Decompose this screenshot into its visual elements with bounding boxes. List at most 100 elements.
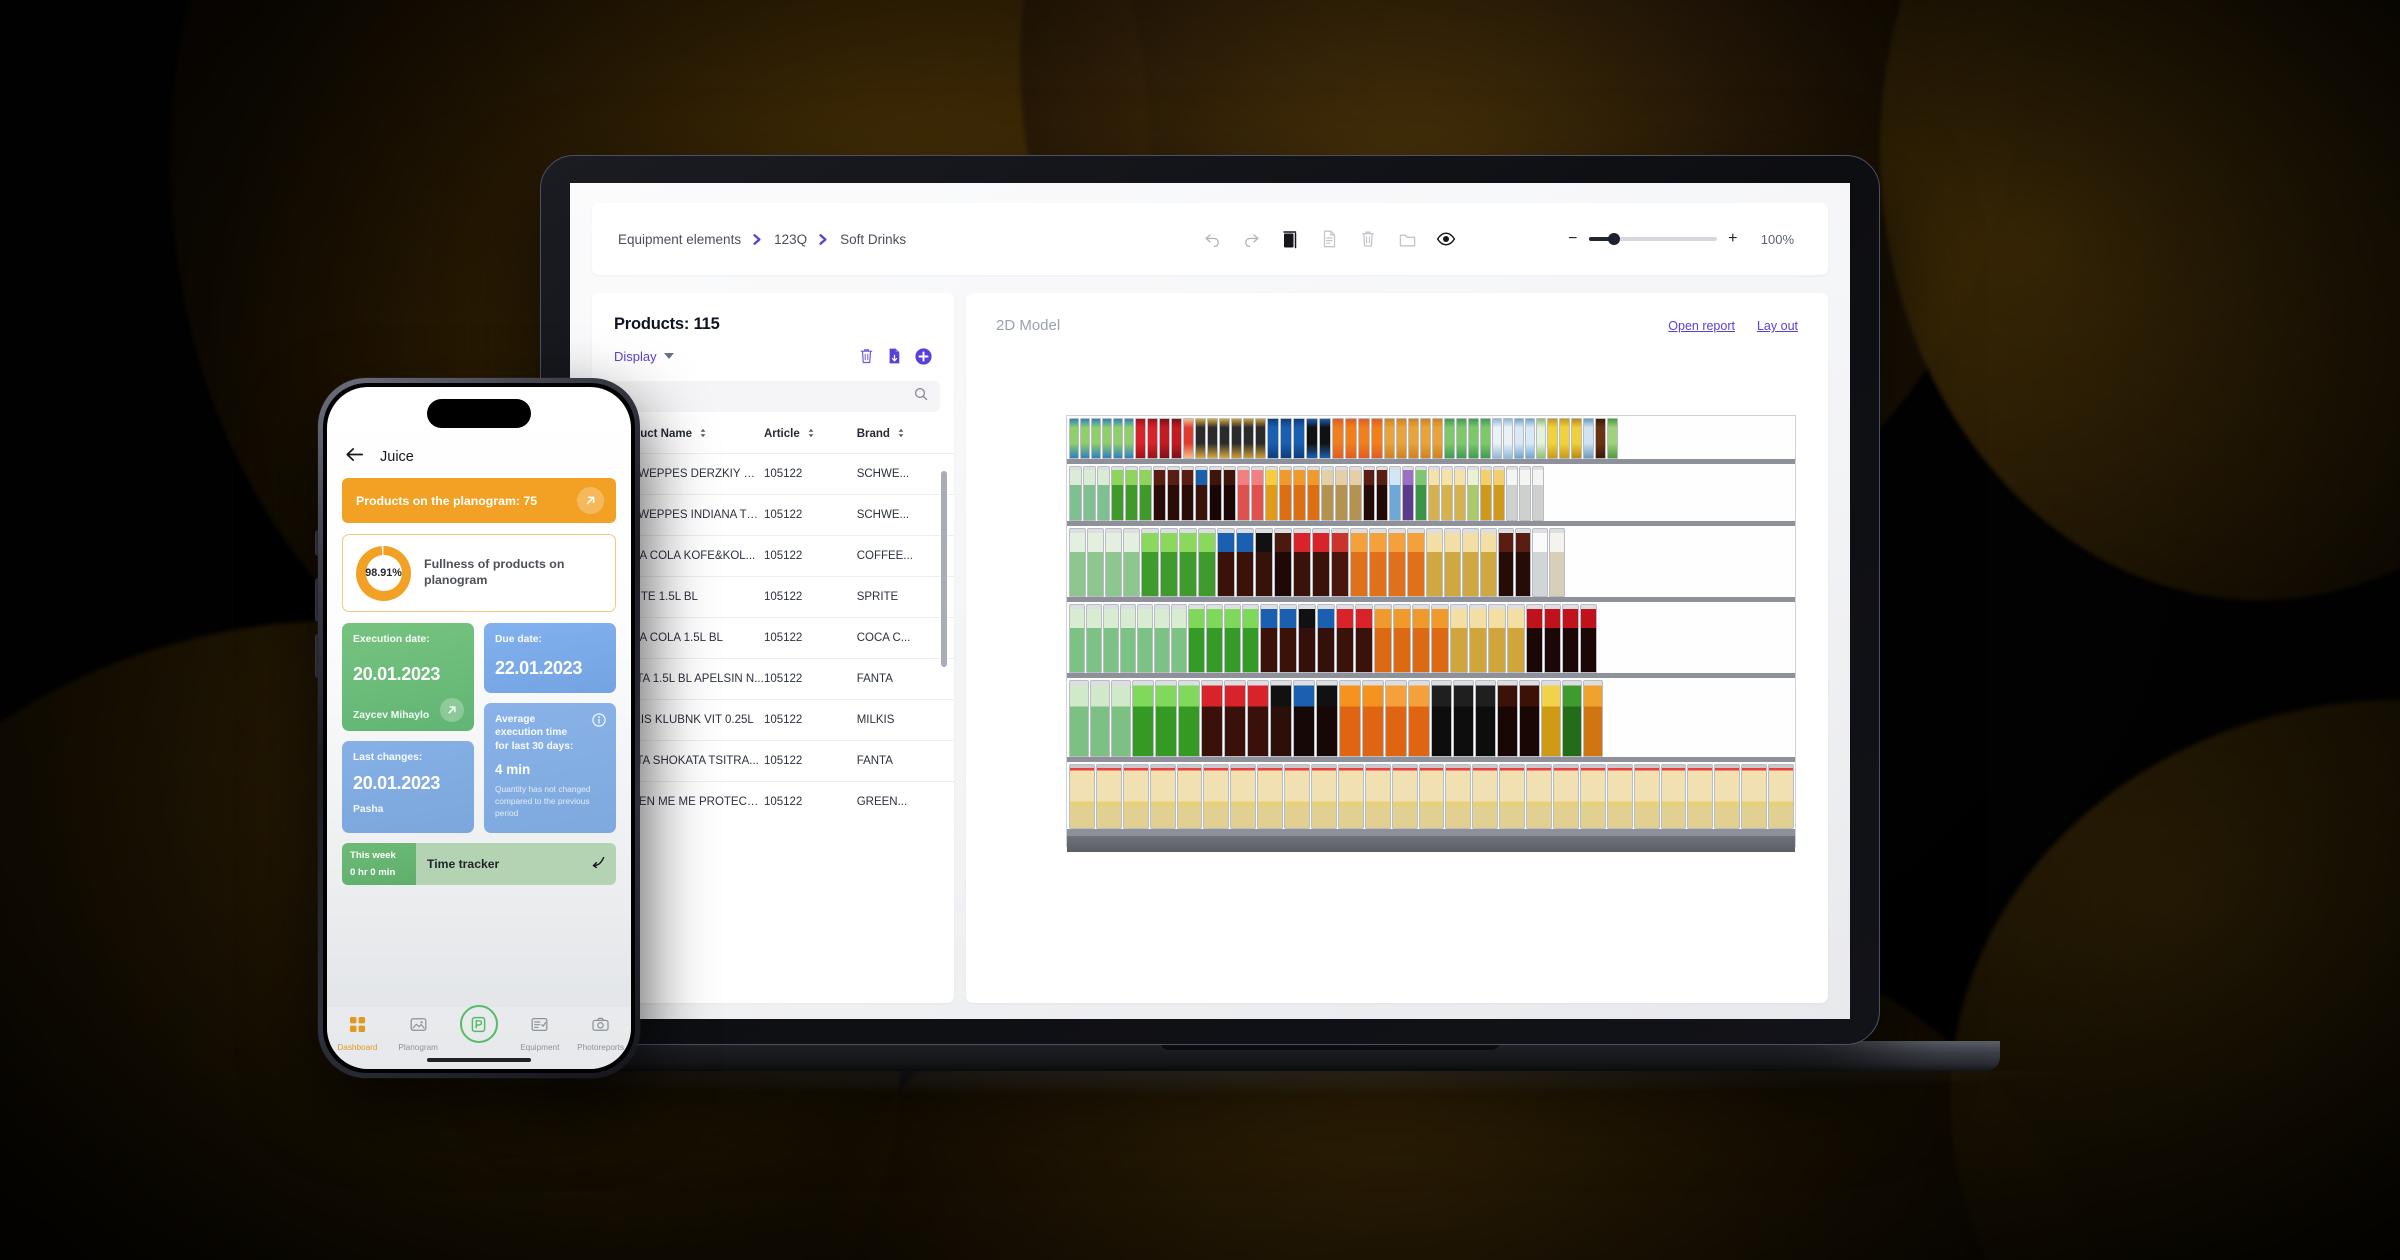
planogram-facing[interactable] [1198,528,1216,597]
table-row[interactable]: SPRITE 1.5L BL105122SPRITE [592,577,954,618]
planogram-facing[interactable] [1571,418,1582,459]
planogram-facing[interactable] [1257,764,1283,829]
table-row[interactable]: COCA COLA KOFE&KOL...105122COFFEE... [592,536,954,577]
planogram-facing[interactable] [1255,418,1266,459]
planogram-facing[interactable] [1265,466,1278,521]
planogram-facing[interactable] [1181,466,1194,521]
planogram-facing[interactable] [1428,466,1440,521]
last-changes-card[interactable]: Last changes: 20.01.2023 Pasha [342,741,474,833]
search-bar[interactable] [606,381,940,412]
planogram-facing[interactable] [1661,764,1687,829]
column-header-brand[interactable]: Brand [857,422,954,454]
planogram-facing[interactable] [1311,764,1337,829]
breadcrumb-item-soft-drinks[interactable]: Soft Drinks [840,232,906,247]
planogram-facing[interactable] [1224,604,1241,673]
planogram-facing[interactable] [1069,680,1089,757]
planogram-facing[interactable] [1069,466,1082,521]
planogram-facing[interactable] [1147,418,1158,459]
planogram-facing[interactable] [1389,466,1401,521]
planogram-facing[interactable] [1080,418,1090,459]
planogram-facing[interactable] [1532,528,1548,597]
zoom-slider-handle[interactable] [1608,233,1620,245]
planogram-facing[interactable] [1103,604,1119,673]
planogram-facing[interactable] [1069,604,1085,673]
planogram-facing[interactable] [1335,466,1348,521]
planogram-facing[interactable] [1086,604,1102,673]
planogram-facing[interactable] [1488,604,1506,673]
planogram-facing[interactable] [1195,418,1206,459]
planogram-facing[interactable] [1247,680,1269,757]
planogram-facing[interactable] [1580,764,1606,829]
planogram-facing[interactable] [1188,604,1205,673]
table-row[interactable]: SCHWEPPES INDIANA TO...105122SCHWE... [592,495,954,536]
planogram-facing[interactable] [1562,680,1582,757]
planogram-facing[interactable] [1243,418,1254,459]
planogram-facing[interactable] [1242,604,1259,673]
planogram-facing[interactable] [1125,466,1138,521]
arrow-left-icon[interactable] [345,447,364,467]
planogram-facing[interactable] [1231,418,1242,459]
planogram-facing[interactable] [1332,418,1344,459]
planogram-facing[interactable] [1159,418,1170,459]
delete-products-icon[interactable] [859,347,874,365]
planogram-facing[interactable] [1407,528,1425,597]
planogram-facing[interactable] [1415,466,1427,521]
planogram-facing[interactable] [1450,604,1468,673]
planogram-facing[interactable] [1331,528,1349,597]
planogram-facing[interactable] [1515,528,1531,597]
planogram-facing[interactable] [1503,418,1513,459]
planogram-facing[interactable] [1155,680,1177,757]
planogram-facing[interactable] [1492,418,1502,459]
planogram-facing[interactable] [1374,604,1392,673]
tab-planogram[interactable]: Planogram [388,1016,449,1052]
planogram-facing[interactable] [1183,418,1194,459]
planogram-facing[interactable] [1412,604,1430,673]
planogram-facing[interactable] [1195,466,1208,521]
average-execution-time-card[interactable]: Average execution time for last 30 days:… [484,703,616,833]
planogram-facing[interactable] [1224,680,1246,757]
due-date-card[interactable]: Due date: 22.01.2023 [484,623,616,693]
open-report-link[interactable]: Open report [1668,319,1735,333]
planogram-facing[interactable] [1396,418,1407,459]
planogram-facing[interactable] [1547,418,1558,459]
planogram-facing[interactable] [1526,604,1543,673]
planogram-facing[interactable] [1141,528,1159,597]
planogram-facing[interactable] [1506,466,1518,521]
planogram-facing[interactable] [1083,466,1096,521]
planogram-facing[interactable] [1137,604,1153,673]
planogram-facing[interactable] [1154,604,1170,673]
planogram-facing[interactable] [1499,764,1525,829]
planogram-facing[interactable] [1553,764,1579,829]
planogram-facing[interactable] [1171,604,1187,673]
planogram-facing[interactable] [1203,764,1229,829]
planogram-facing[interactable] [1171,418,1182,459]
breadcrumb-item-equipment-elements[interactable]: Equipment elements [618,232,741,247]
zoom-out-button[interactable]: − [1568,231,1578,247]
planogram-facing[interactable] [1153,466,1166,521]
planogram-facing[interactable] [1319,418,1331,459]
planogram-facing[interactable] [1217,528,1235,597]
planogram-shelf[interactable]: 6 [1067,416,1795,464]
planogram-facing[interactable] [1475,680,1496,757]
planogram-facing[interactable] [1583,680,1603,757]
planogram-facing[interactable] [1468,418,1479,459]
planogram-facing[interactable] [1069,764,1095,829]
planogram-facing[interactable] [1519,680,1540,757]
planogram-2d-model[interactable]: 654321 [1066,415,1796,847]
planogram-facing[interactable] [1607,764,1633,829]
planogram-facing[interactable] [1350,528,1368,597]
add-product-icon[interactable] [915,348,932,365]
planogram-facing[interactable] [1135,418,1146,459]
planogram-facing[interactable] [1206,604,1223,673]
planogram-facing[interactable] [1444,528,1461,597]
table-row[interactable]: SCHWEPPES DERZKIY GR...105122SCHWE... [592,454,954,495]
planogram-facing[interactable] [1431,680,1452,757]
planogram-facing[interactable] [1178,680,1200,757]
planogram-facing[interactable] [1087,528,1104,597]
planogram-facing[interactable] [1580,604,1597,673]
tab-equipment[interactable]: Equipment [509,1016,570,1052]
planogram-facing[interactable] [1393,604,1411,673]
lay-out-link[interactable]: Lay out [1757,319,1798,333]
planogram-facing[interactable] [1402,466,1414,521]
planogram-facing[interactable] [1201,680,1223,757]
